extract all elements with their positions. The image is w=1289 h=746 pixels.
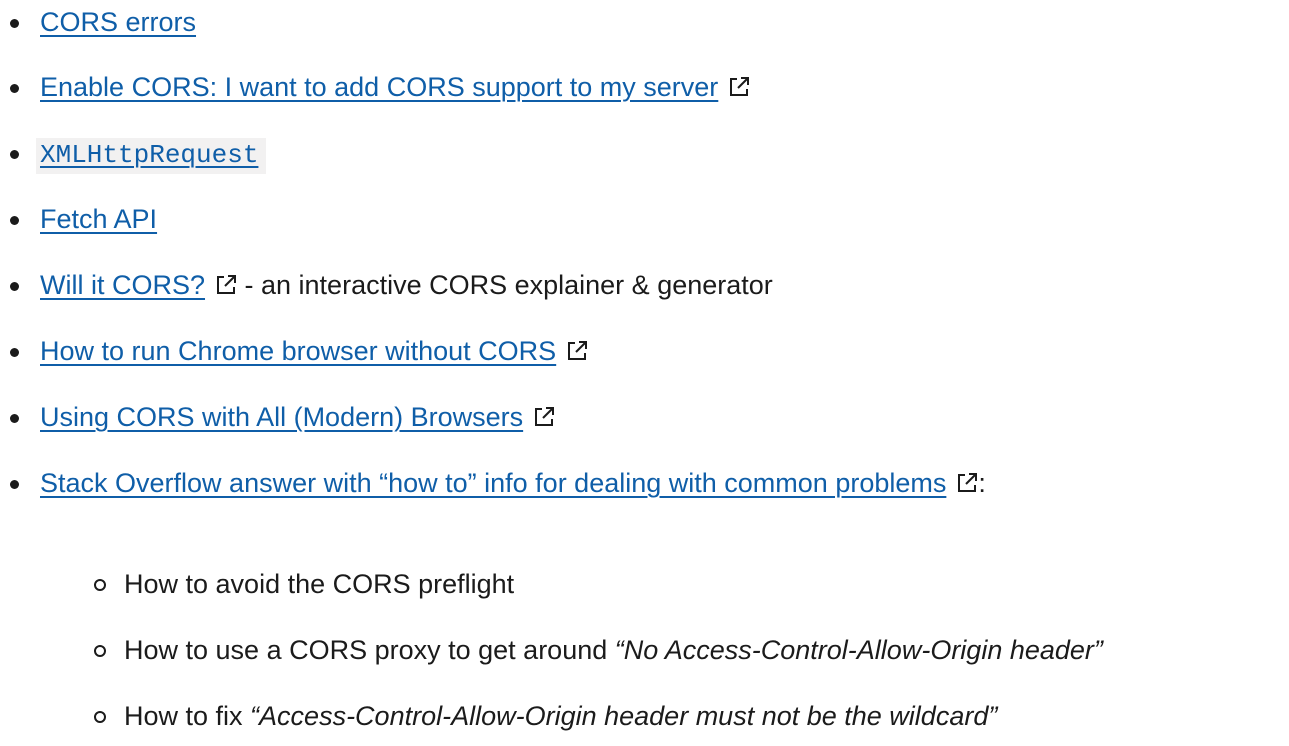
- sub-item-fix-wildcard: How to fix “Access-Control-Allow-Origin …: [93, 699, 998, 733]
- list-item-stack-overflow: Stack Overflow answer with “how to” info…: [10, 466, 986, 500]
- external-link-icon: [215, 274, 237, 296]
- list-item-fetch-api: Fetch API: [9, 202, 157, 236]
- list-item-will-it-cors: Will it CORS? - an interactive CORS expl…: [10, 268, 773, 302]
- external-link-icon: [566, 340, 588, 362]
- list-item-cors-modern-browsers: Using CORS with All (Modern) Browsers: [9, 400, 555, 434]
- sub-item-text: How to avoid the CORS preflight: [124, 569, 515, 599]
- colon: :: [978, 468, 986, 498]
- link-enable-cors[interactable]: Enable CORS: I want to add CORS support …: [40, 72, 718, 102]
- will-it-cors-description: - an interactive CORS explainer & genera…: [237, 270, 773, 300]
- link-stack-overflow-answer[interactable]: Stack Overflow answer with “how to” info…: [40, 468, 946, 498]
- link-cors-errors[interactable]: CORS errors: [40, 7, 196, 37]
- sub-item-emphasis: “Access-Control-Allow-Origin header must…: [250, 701, 998, 731]
- list-item-cors-errors: CORS errors: [9, 5, 196, 39]
- link-xmlhttprequest[interactable]: XMLHttpRequest: [36, 138, 267, 174]
- list-item-xmlhttprequest: XMLHttpRequest: [9, 136, 267, 174]
- external-link-icon: [533, 406, 555, 428]
- external-link-icon: [956, 472, 978, 494]
- link-cors-modern-browsers[interactable]: Using CORS with All (Modern) Browsers: [40, 402, 523, 432]
- sub-item-text: How to use a CORS proxy to get around: [124, 635, 615, 665]
- sub-item-avoid-preflight: How to avoid the CORS preflight: [93, 567, 515, 601]
- sub-item-emphasis: “No Access-Control-Allow-Origin header”: [614, 635, 1103, 665]
- code-xmlhttprequest: XMLHttpRequest: [36, 138, 267, 174]
- link-chrome-without-cors[interactable]: How to run Chrome browser without CORS: [40, 336, 556, 366]
- sub-item-text: How to fix: [124, 701, 251, 731]
- link-will-it-cors[interactable]: Will it CORS?: [40, 270, 205, 300]
- link-fetch-api[interactable]: Fetch API: [40, 204, 157, 234]
- list-item-chrome-without-cors: How to run Chrome browser without CORS: [9, 334, 588, 368]
- sub-item-cors-proxy: How to use a CORS proxy to get around “N…: [94, 633, 1103, 667]
- external-link-icon: [728, 76, 750, 98]
- list-item-enable-cors: Enable CORS: I want to add CORS support …: [9, 70, 750, 104]
